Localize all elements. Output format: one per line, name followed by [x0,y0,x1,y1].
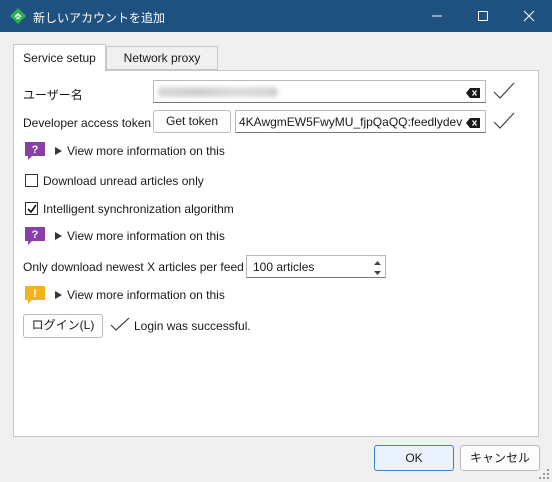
help-bubble-icon: ? [25,227,45,245]
get-token-button[interactable]: Get token [153,110,231,133]
expand-triangle-icon [55,291,62,299]
download-unread-checkbox[interactable] [25,174,38,187]
info-row-sync[interactable]: ? View more information on this [24,226,244,246]
spin-down-button[interactable] [371,267,384,277]
newest-articles-spinbox[interactable]: 100 articles [246,255,386,278]
window-title: 新しいアカウントを追加 [33,11,166,25]
close-button[interactable] [506,0,552,32]
resize-grip-icon[interactable] [538,468,550,480]
feed-app-icon [10,8,26,24]
info-link-text: View more information on this [67,288,225,302]
cancel-button[interactable]: キャンセル [460,445,540,471]
login-success-check-icon [110,317,130,331]
minimize-icon [432,15,442,17]
token-label: Developer access token [23,116,152,130]
minimize-button[interactable] [414,0,460,32]
info-link-text: View more information on this [67,144,225,158]
warning-bubble-icon: ! [25,286,45,304]
spin-up-button[interactable] [371,257,384,267]
login-status-text: Login was successful. [134,319,251,333]
info-row-newest[interactable]: ! View more information on this [24,285,244,305]
service-setup-panel: ユーザー名 Developer access token Get token 4… [13,70,539,437]
username-label: ユーザー名 [23,88,83,102]
clear-username-button[interactable] [466,87,480,101]
token-field[interactable]: 4KAwgmEW5FwyMU_fjpQaQQ:feedlydev [235,110,486,133]
help-bubble-icon: ? [25,142,45,160]
maximize-button[interactable] [460,0,506,32]
svg-text:!: ! [33,288,37,300]
login-button[interactable]: ログイン(L) [23,314,103,338]
maximize-icon [478,11,488,21]
tab-service-setup[interactable]: Service setup [13,44,106,72]
expand-triangle-icon [55,147,62,155]
username-valid-check-icon [493,82,515,99]
intelligent-sync-label: Intelligent synchronization algorithm [43,202,234,216]
expand-triangle-icon [55,232,62,240]
close-icon [523,10,535,22]
clear-token-button[interactable] [466,117,480,131]
info-row-token[interactable]: ? View more information on this [24,141,244,161]
ok-button[interactable]: OK [374,445,454,471]
clear-icon [466,118,480,128]
info-link-text: View more information on this [67,229,225,243]
clear-icon [466,88,480,98]
svg-text:?: ? [32,144,39,156]
svg-text:?: ? [32,229,39,241]
download-unread-label: Download unread articles only [43,174,204,188]
tab-network-proxy[interactable]: Network proxy [106,46,218,70]
chevron-down-icon [374,271,381,275]
username-redacted [158,87,278,97]
username-field[interactable] [153,80,486,103]
token-valid-check-icon [493,112,515,129]
newest-articles-label: Only download newest X articles per feed [23,260,244,274]
intelligent-sync-checkbox[interactable] [25,202,38,215]
title-bar: 新しいアカウントを追加 [0,0,552,32]
checkmark-icon [27,204,37,214]
